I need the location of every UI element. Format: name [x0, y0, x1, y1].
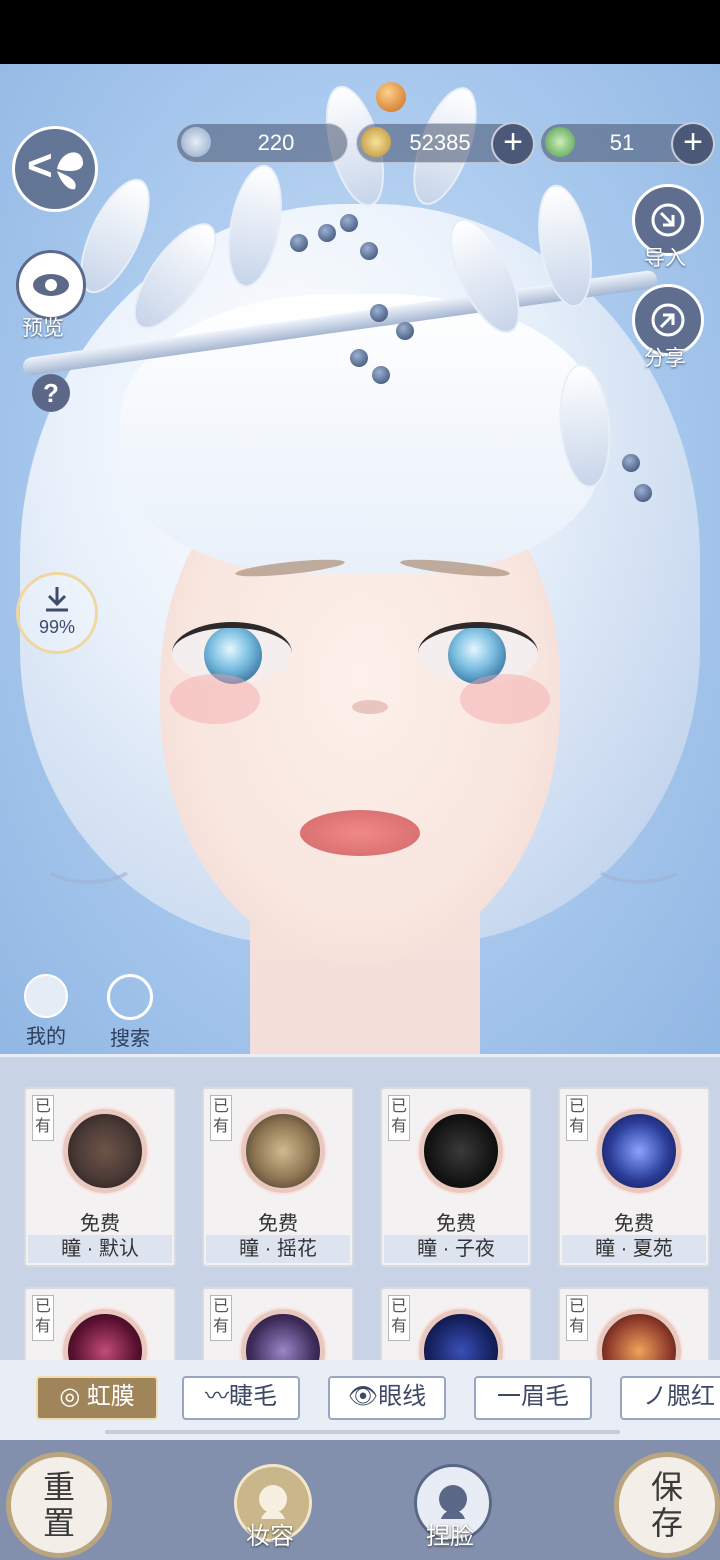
left-eye [172, 622, 292, 684]
item-name: 瞳 · 夏苑 [562, 1235, 706, 1263]
back-button[interactable]: < [12, 126, 98, 212]
add-token-button[interactable]: + [671, 122, 715, 166]
jade-currency: 220 [176, 123, 348, 163]
reset-button[interactable]: 重置 [6, 1452, 112, 1558]
crown-ornament [0, 269, 720, 377]
preview-label: 预览 [22, 316, 64, 340]
owned-tag: 已有 [210, 1095, 232, 1141]
owned-tag: 已有 [566, 1095, 588, 1141]
iris-swatch [241, 1109, 325, 1193]
add-coin-button[interactable]: + [491, 122, 535, 166]
tab-eyelashes[interactable]: 〰睫毛 [182, 1376, 300, 1420]
item-card[interactable]: 已有 [202, 1287, 354, 1363]
bottom-nav: 重置 妆容 捏脸 保存 [0, 1440, 720, 1560]
crown-berry [372, 366, 390, 384]
tabs-scroll-indicator [105, 1430, 620, 1434]
crown-berry [318, 224, 336, 242]
left-blush [170, 674, 260, 724]
status-bar [0, 0, 720, 64]
rotate-right-hint [590, 836, 688, 884]
iris-swatch [419, 1109, 503, 1193]
owned-tag: 已有 [210, 1295, 232, 1341]
iris-swatch [597, 1109, 681, 1193]
jade-currency-icon [181, 127, 211, 157]
item-card[interactable]: 已有 [558, 1287, 710, 1363]
crown-berry [634, 484, 652, 502]
crown-berry [360, 242, 378, 260]
item-price: 免费 [258, 1213, 298, 1235]
token-currency: 51 + [540, 122, 715, 166]
owned-tag: 已有 [388, 1295, 410, 1341]
item-price: 免费 [436, 1213, 476, 1235]
coin-currency-icon [361, 127, 391, 157]
iris-swatch [63, 1109, 147, 1193]
crown-berry [370, 304, 388, 322]
save-button[interactable]: 保存 [614, 1452, 720, 1558]
iris-item-grid: 已有 免费 瞳 · 默认 已有 免费 瞳 · 摇花 已有 免费 瞳 · 子夜 已… [0, 1054, 720, 1363]
search-icon [107, 974, 153, 1020]
owned-tag: 已有 [566, 1295, 588, 1341]
girl-avatar-icon [24, 974, 68, 1018]
token-amount: 51 [609, 130, 635, 155]
iris-swatch [597, 1309, 681, 1363]
item-name: 瞳 · 摇花 [206, 1235, 350, 1263]
back-icon: < [27, 141, 53, 190]
jade-amount: 220 [257, 130, 295, 155]
iris-swatch [63, 1309, 147, 1363]
owned-tag: 已有 [32, 1095, 54, 1141]
search-button[interactable]: 搜索 [100, 974, 160, 1051]
item-card[interactable]: 已有 [380, 1287, 532, 1363]
download-percent: 99% [38, 617, 76, 637]
crown-berry [340, 214, 358, 232]
share-icon [651, 303, 685, 337]
reset-label: 重置 [42, 1468, 75, 1542]
makeup-category-tabs: ◎ 虹膜 〰睫毛 👁眼线 一眉毛 ノ腮红 [0, 1360, 720, 1440]
crown-berry [350, 349, 368, 367]
item-price: 免费 [614, 1213, 654, 1235]
preview-button[interactable] [16, 250, 86, 320]
makeup-label: 妆容 [246, 1522, 294, 1550]
import-icon [651, 203, 685, 237]
right-blush [460, 674, 550, 724]
iris-swatch [419, 1309, 503, 1363]
item-card[interactable]: 已有 免费 瞳 · 默认 [24, 1087, 176, 1267]
owned-tag: 已有 [32, 1295, 54, 1341]
item-price: 免费 [80, 1213, 120, 1235]
item-name: 瞳 · 子夜 [384, 1235, 528, 1263]
tab-eyebrows[interactable]: 一眉毛 [474, 1376, 592, 1420]
character-viewport[interactable] [0, 64, 720, 1054]
search-label: 搜索 [110, 1026, 150, 1050]
download-progress-button[interactable]: 99% [16, 572, 98, 654]
item-name: 瞳 · 默认 [28, 1235, 172, 1263]
help-button[interactable]: ? [32, 374, 70, 412]
owned-tag: 已有 [388, 1095, 410, 1141]
face-sculpt-label: 捏脸 [426, 1522, 474, 1550]
my-presets-label: 我的 [26, 1024, 66, 1048]
item-card[interactable]: 已有 免费 瞳 · 夏苑 [558, 1087, 710, 1267]
eye-icon [33, 274, 69, 296]
iris-swatch [241, 1309, 325, 1363]
token-currency-icon [545, 127, 575, 157]
character-nose [352, 700, 388, 714]
import-label: 导入 [644, 246, 686, 270]
coin-amount: 52385 [409, 130, 471, 155]
rotate-left-hint [40, 836, 138, 884]
coin-currency: 52385 + [356, 122, 535, 166]
butterfly-icon [57, 152, 83, 190]
crown-orb [376, 82, 406, 112]
tab-blush[interactable]: ノ腮红 [620, 1376, 720, 1420]
share-label: 分享 [644, 346, 686, 370]
crown-berry [290, 234, 308, 252]
crown-berry [622, 454, 640, 472]
item-card[interactable]: 已有 [24, 1287, 176, 1363]
item-card[interactable]: 已有 免费 瞳 · 子夜 [380, 1087, 532, 1267]
crown-berry [396, 322, 414, 340]
item-card[interactable]: 已有 免费 瞳 · 摇花 [202, 1087, 354, 1267]
download-icon [46, 587, 68, 612]
my-presets-button[interactable]: 我的 [16, 974, 76, 1049]
tab-iris[interactable]: ◎ 虹膜 [36, 1376, 158, 1420]
tab-eyeliner[interactable]: 👁眼线 [328, 1376, 446, 1420]
character-lips [300, 810, 420, 856]
save-label: 保存 [650, 1468, 683, 1542]
